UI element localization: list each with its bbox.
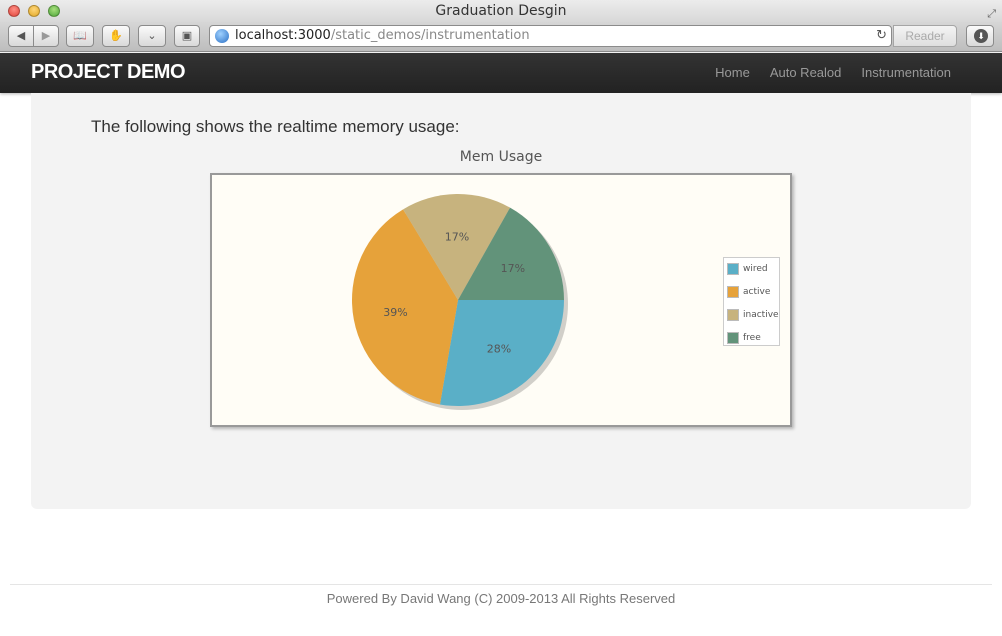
browser-toolbar: ◀ ▶ 📖 ✋ ⌄ ▣ localhost:3000/static_demos/… [0, 22, 1002, 52]
forward-arrow-icon: ▶ [41, 30, 51, 42]
download-icon: ⬇ [974, 29, 988, 43]
downloads-button[interactable]: ⬇ [966, 25, 994, 47]
window-title: Graduation Desgin [435, 3, 567, 19]
legend-label: free [743, 333, 761, 343]
bookmarks-button[interactable]: 📖 [66, 25, 94, 47]
pie-label-free: 17% [501, 262, 525, 275]
window-titlebar: Graduation Desgin ⤢ [0, 0, 1002, 22]
footer-text: Powered By David Wang (C) 2009-2013 All … [326, 591, 676, 606]
legend-swatch [727, 286, 739, 298]
intro-text: The following shows the realtime memory … [91, 117, 460, 136]
nav-link-home[interactable]: Home [705, 53, 760, 93]
forward-button[interactable]: ▶ [33, 25, 59, 47]
chart-title: Mem Usage [459, 149, 543, 165]
extension-hand-button[interactable]: ✋ [102, 25, 130, 47]
legend-label: wired [743, 264, 768, 274]
nav-link-instrumentation[interactable]: Instrumentation [851, 53, 961, 93]
legend-swatch [727, 309, 739, 321]
legend-item-inactive[interactable]: inactive [727, 308, 779, 322]
minimize-window-button[interactable] [28, 5, 40, 17]
extension-button[interactable]: ▣ [174, 25, 200, 47]
nav-link-auto-reload[interactable]: Auto Realod [760, 53, 852, 93]
legend-item-free[interactable]: free [727, 331, 761, 345]
legend-label: active [743, 287, 771, 297]
zoom-window-button[interactable] [48, 5, 60, 17]
hand-icon: ✋ [109, 30, 123, 42]
site-navbar: PROJECT DEMO Home Auto Realod Instrument… [0, 53, 1002, 93]
pie-label-inactive: 17% [445, 230, 469, 243]
globe-icon [215, 29, 229, 43]
url-host: localhost:3000 [235, 28, 331, 43]
reload-icon[interactable]: ↻ [876, 26, 887, 46]
book-icon: 📖 [73, 30, 87, 42]
back-arrow-icon: ◀ [16, 30, 26, 42]
legend-swatch [727, 332, 739, 344]
nav-links: Home Auto Realod Instrumentation [705, 53, 961, 93]
footer-divider [10, 584, 992, 585]
pie-chart: 28% 39% 17% 17% [352, 193, 568, 410]
chart-legend: wired active inactive free [723, 257, 780, 346]
pocket-button[interactable]: ⌄ [138, 25, 166, 47]
address-bar[interactable]: localhost:3000/static_demos/instrumentat… [209, 25, 892, 47]
pocket-icon: ⌄ [147, 30, 157, 42]
legend-label: inactive [743, 310, 779, 320]
pie-label-active: 39% [383, 306, 407, 319]
reader-button[interactable]: Reader [893, 25, 957, 47]
brand-logo[interactable]: PROJECT DEMO [31, 61, 186, 84]
pie-chart-panel: 28% 39% 17% 17% wired active inactive free [210, 173, 792, 427]
puzzle-icon: ▣ [181, 30, 193, 42]
close-window-button[interactable] [8, 5, 20, 17]
back-button[interactable]: ◀ [8, 25, 34, 47]
pie-label-wired: 28% [487, 343, 511, 356]
legend-swatch [727, 263, 739, 275]
legend-item-active[interactable]: active [727, 285, 770, 299]
legend-item-wired[interactable]: wired [727, 262, 768, 276]
url-path: /static_demos/instrumentation [330, 28, 530, 43]
